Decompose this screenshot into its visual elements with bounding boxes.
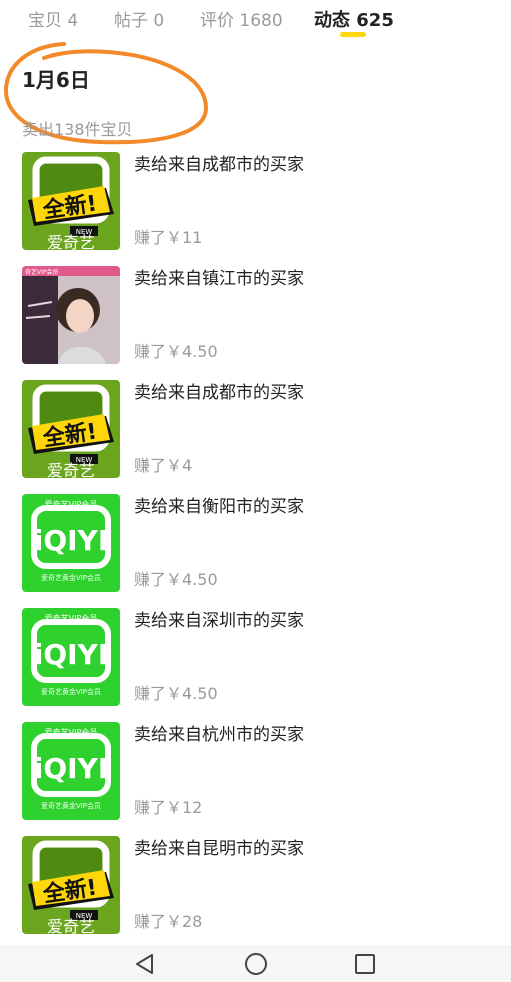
- list-item[interactable]: 爱奇艺VIP会员 iQIYI 爱奇艺黄金VIP会员 卖给来自衡阳市的买家 赚了￥…: [0, 492, 511, 596]
- buyer-location-title: 卖给来自杭州市的买家: [134, 725, 304, 745]
- list-item[interactable]: 奇艺VIP会员 卖给来自镇江市的买家 赚了￥4.50: [0, 264, 511, 368]
- earned-amount: 赚了￥4: [134, 456, 193, 475]
- list-item[interactable]: 爱奇艺VIP会员 iQIYI 爱奇艺黄金VIP会员 卖给来自深圳市的买家 赚了￥…: [0, 606, 511, 710]
- list-item[interactable]: 全新! NEW 爱奇艺 卖给来自成都市的买家 赚了￥11: [0, 150, 511, 254]
- date-heading: 1月6日: [22, 68, 90, 92]
- list-item[interactable]: 爱奇艺VIP会员 iQIYI 爱奇艺黄金VIP会员 卖给来自杭州市的买家 赚了￥…: [0, 720, 511, 824]
- iqiyi-vip-thumbnail: 爱奇艺VIP会员 iQIYI 爱奇艺黄金VIP会员: [22, 722, 120, 820]
- aiqiyi-new-thumbnail: 全新! NEW 爱奇艺: [22, 380, 120, 478]
- svg-text:爱奇艺黄金VIP会员: 爱奇艺黄金VIP会员: [41, 687, 101, 696]
- buyer-location-title: 卖给来自成都市的买家: [134, 155, 304, 175]
- list-item[interactable]: 全新! NEW 爱奇艺 卖给来自成都市的买家 赚了￥4: [0, 378, 511, 482]
- svg-text:奇艺VIP会员: 奇艺VIP会员: [25, 268, 59, 276]
- svg-text:爱奇艺VIP会员: 爱奇艺VIP会员: [45, 499, 98, 509]
- tab-reviews[interactable]: 评价 1680: [200, 6, 283, 31]
- buyer-location-title: 卖给来自成都市的买家: [134, 383, 304, 403]
- earned-amount: 赚了￥11: [134, 228, 203, 247]
- system-nav-bar: [0, 945, 511, 982]
- svg-text:iQIYI: iQIYI: [34, 524, 109, 557]
- list-item[interactable]: 全新! NEW 爱奇艺 卖给来自昆明市的买家 赚了￥28: [0, 834, 511, 938]
- iqiyi-vip-thumbnail: 爱奇艺VIP会员 iQIYI 爱奇艺黄金VIP会员: [22, 608, 120, 706]
- sold-count-summary: 卖出138件宝贝: [22, 120, 133, 139]
- buyer-location-title: 卖给来自深圳市的买家: [134, 611, 304, 631]
- recents-square-icon[interactable]: [352, 951, 378, 977]
- svg-text:iQIYI: iQIYI: [34, 638, 109, 671]
- iqiyi-vip-thumbnail: 爱奇艺VIP会员 iQIYI 爱奇艺黄金VIP会员: [22, 494, 120, 592]
- tab-activity[interactable]: 动态 625: [314, 6, 394, 32]
- svg-text:爱奇艺黄金VIP会员: 爱奇艺黄金VIP会员: [41, 801, 101, 810]
- tab-posts[interactable]: 帖子 0: [114, 6, 164, 31]
- tab-items[interactable]: 宝贝 4: [28, 6, 78, 31]
- svg-text:爱奇艺VIP会员: 爱奇艺VIP会员: [45, 727, 98, 737]
- aiqiyi-new-thumbnail: 全新! NEW 爱奇艺: [22, 152, 120, 250]
- vip-portrait-thumbnail: 奇艺VIP会员: [22, 266, 120, 364]
- svg-text:爱奇艺: 爱奇艺: [47, 461, 95, 478]
- earned-amount: 赚了￥28: [134, 912, 203, 931]
- earned-amount: 赚了￥4.50: [134, 570, 218, 589]
- buyer-location-title: 卖给来自镇江市的买家: [134, 269, 304, 289]
- home-circle-icon[interactable]: [243, 951, 269, 977]
- aiqiyi-new-thumbnail: 全新! NEW 爱奇艺: [22, 836, 120, 934]
- earned-amount: 赚了￥4.50: [134, 342, 218, 361]
- svg-text:爱奇艺: 爱奇艺: [47, 917, 95, 934]
- earned-amount: 赚了￥4.50: [134, 684, 218, 703]
- buyer-location-title: 卖给来自衡阳市的买家: [134, 497, 304, 517]
- back-triangle-icon[interactable]: [132, 951, 158, 977]
- active-tab-indicator: [340, 32, 366, 37]
- buyer-location-title: 卖给来自昆明市的买家: [134, 839, 304, 859]
- earned-amount: 赚了￥12: [134, 798, 203, 817]
- svg-text:iQIYI: iQIYI: [34, 752, 109, 785]
- svg-text:爱奇艺VIP会员: 爱奇艺VIP会员: [45, 613, 98, 623]
- svg-text:爱奇艺黄金VIP会员: 爱奇艺黄金VIP会员: [41, 573, 101, 582]
- svg-text:爱奇艺: 爱奇艺: [47, 233, 95, 250]
